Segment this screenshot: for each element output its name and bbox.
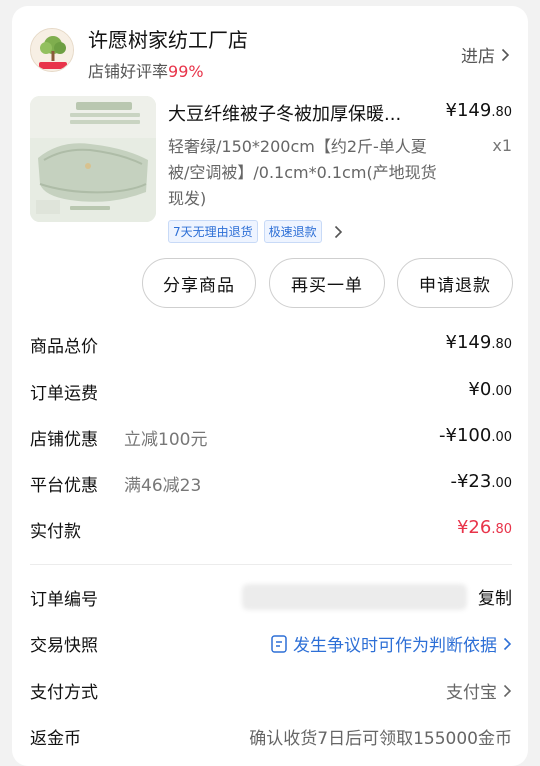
chevron-right-icon[interactable] [334,225,343,239]
shop-discount-main: -¥100 [439,425,492,446]
shipping-decimal: .00 [491,384,512,399]
shop-discount-desc: 立减100元 [124,430,208,450]
document-icon [271,634,287,653]
chevron-right-icon [501,48,510,61]
shipping-main: ¥0 [468,379,492,400]
share-button[interactable]: 分享商品 [142,258,256,308]
coins-label: 返金币 [30,729,81,749]
enter-shop-label: 进店 [461,47,495,67]
product-price: ¥149.80 [446,100,513,121]
shop-rating: 店铺好评率99% [88,58,204,82]
product-price-decimal: .80 [491,105,512,120]
product-image[interactable] [30,96,156,222]
shop-logo[interactable] [30,28,74,72]
snapshot-link[interactable]: 发生争议时可作为判断依据 [271,631,512,656]
enter-shop-link[interactable]: 进店 [461,42,510,67]
order-number-redacted [242,584,467,610]
paid-label: 实付款 [30,522,81,542]
total-label: 商品总价 [30,337,98,357]
total-decimal: .80 [491,337,512,352]
order-card: 许愿树家纺工厂店 店铺好评率99% 进店 大豆纤维被子冬被加厚保暖... ¥14… [12,6,528,766]
coins-text: 确认收货7日后可领取155000金币 [249,729,512,749]
paid-amount: ¥26.80 [457,517,512,538]
product-title[interactable]: 大豆纤维被子冬被加厚保暖... [168,100,434,126]
payment-label: 支付方式 [30,683,98,703]
platform-discount-main: -¥23 [450,471,492,492]
rebuy-button[interactable]: 再买一单 [269,258,385,308]
shop-discount-label: 店铺优惠 [30,430,98,450]
shipping-label: 订单运费 [30,384,98,404]
platform-discount-decimal: .00 [491,476,512,491]
product-quantity: x1 [492,136,512,155]
payment-method[interactable]: 支付宝 [446,678,512,703]
snapshot-text: 发生争议时可作为判断依据 [293,636,497,656]
rating-label: 店铺好评率 [88,62,169,81]
shop-name[interactable]: 许愿树家纺工厂店 [88,24,248,53]
product-spec: 轻奢绿/150*200cm【约2斤-单人夏被/空调被】/0.1cm*0.1cm(… [168,137,437,208]
refund-button[interactable]: 申请退款 [397,258,513,308]
paid-main: ¥26 [456,517,492,538]
platform-discount-amount: -¥23.00 [450,471,512,492]
order-number-label: 订单编号 [30,590,98,610]
product-price-main: ¥149 [445,100,492,121]
tag-refund: 极速退款 [263,220,322,243]
shipping-amount: ¥0.00 [468,379,512,400]
chevron-right-icon [503,637,512,650]
tag-return: 7天无理由退货 [168,220,258,243]
platform-discount-label: 平台优惠 [30,476,98,496]
paid-decimal: .80 [491,522,512,537]
total-amount: ¥149.80 [446,332,513,353]
chevron-right-icon [503,684,512,697]
total-main: ¥149 [445,332,492,353]
copy-order-button[interactable]: 复制 [478,584,512,609]
rating-value: 99% [168,62,204,81]
service-tags[interactable]: 7天无理由退货 极速退款 [168,220,343,243]
snapshot-label: 交易快照 [30,636,98,656]
platform-discount-desc: 满46减23 [124,476,202,496]
shop-discount-amount: -¥100.00 [439,425,512,446]
shop-discount-decimal: .00 [491,430,512,445]
payment-value: 支付宝 [446,683,497,703]
section-divider [30,564,512,565]
